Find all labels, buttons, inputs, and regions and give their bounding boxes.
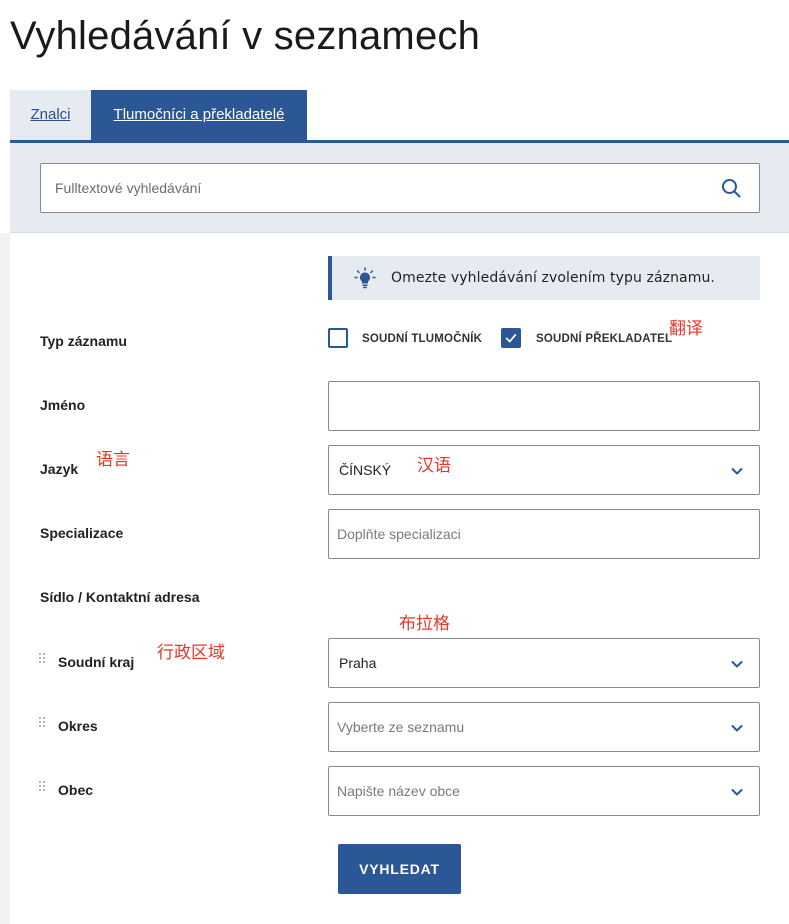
language-select[interactable]: ČÍNSKÝ xyxy=(328,445,760,495)
left-rail xyxy=(0,233,10,924)
page-title: Vyhledávání v seznamech xyxy=(10,14,481,58)
search-submit-button[interactable]: VYHLEDAT xyxy=(338,844,461,894)
municipality-combobox[interactable]: Napište název obce xyxy=(328,766,760,816)
annotation-chinese: 汉语 xyxy=(417,456,451,476)
region-select-value: Praha xyxy=(339,655,377,671)
search-icon[interactable] xyxy=(721,178,741,198)
checkbox-soudni-tlumocnik[interactable] xyxy=(328,328,348,348)
hint-box: Omezte vyhledávání zvolením typu záznamu… xyxy=(328,256,760,300)
chevron-down-icon[interactable] xyxy=(730,464,744,478)
specialization-field xyxy=(328,509,760,559)
region-select[interactable]: Praha xyxy=(328,638,760,688)
municipality-placeholder: Napište název obce xyxy=(337,783,460,799)
tab-znalci[interactable]: Znalci xyxy=(10,90,91,142)
tab-tlumocnici-a-prekladatele[interactable]: Tlumočníci a překladatelé xyxy=(91,90,307,142)
chevron-down-icon[interactable] xyxy=(730,785,744,799)
name-input[interactable] xyxy=(329,382,759,430)
label-language: Jazyk xyxy=(40,461,79,477)
search-input[interactable] xyxy=(41,164,711,212)
annotation-translator: 翻译 xyxy=(669,319,703,339)
district-select-placeholder: Vyberte ze seznamu xyxy=(337,719,465,735)
label-address: Sídlo / Kontaktní adresa xyxy=(40,589,200,605)
name-field xyxy=(328,381,760,431)
district-select[interactable]: Vyberte ze seznamu xyxy=(328,702,760,752)
lightbulb-icon xyxy=(354,267,376,289)
annotation-language: 语言 xyxy=(96,450,130,470)
annotation-region: 行政区域 xyxy=(157,643,225,663)
drag-handle-icon xyxy=(39,653,47,665)
drag-handle-icon xyxy=(39,717,47,729)
tab-bar: Znalci Tlumočníci a překladatelé xyxy=(10,90,789,142)
search-box xyxy=(40,163,760,213)
label-region: Soudní kraj xyxy=(58,654,135,670)
label-district: Okres xyxy=(58,718,98,734)
label-municipality: Obec xyxy=(58,782,94,798)
record-type-checkboxes: SOUDNÍ TLUMOČNÍK SOUDNÍ PŘEKLADATEL xyxy=(328,328,672,352)
checkbox-label-soudni-tlumocnik[interactable]: SOUDNÍ TLUMOČNÍK xyxy=(362,333,482,345)
fulltext-search-panel xyxy=(10,140,789,233)
checkmark-icon xyxy=(505,334,517,343)
language-select-value: ČÍNSKÝ xyxy=(339,462,392,478)
label-record-type: Typ záznamu xyxy=(40,333,127,349)
label-specialization: Specializace xyxy=(40,525,124,541)
hint-text: Omezte vyhledávání zvolením typu záznamu… xyxy=(391,270,715,286)
checkbox-soudni-prekladatel[interactable] xyxy=(501,328,521,348)
specialization-input[interactable] xyxy=(329,510,759,558)
chevron-down-icon[interactable] xyxy=(730,721,744,735)
label-name: Jméno xyxy=(40,397,86,413)
checkbox-label-soudni-prekladatel[interactable]: SOUDNÍ PŘEKLADATEL xyxy=(536,333,672,345)
annotation-prague: 布拉格 xyxy=(399,614,450,634)
drag-handle-icon xyxy=(39,781,47,793)
chevron-down-icon[interactable] xyxy=(730,657,744,671)
